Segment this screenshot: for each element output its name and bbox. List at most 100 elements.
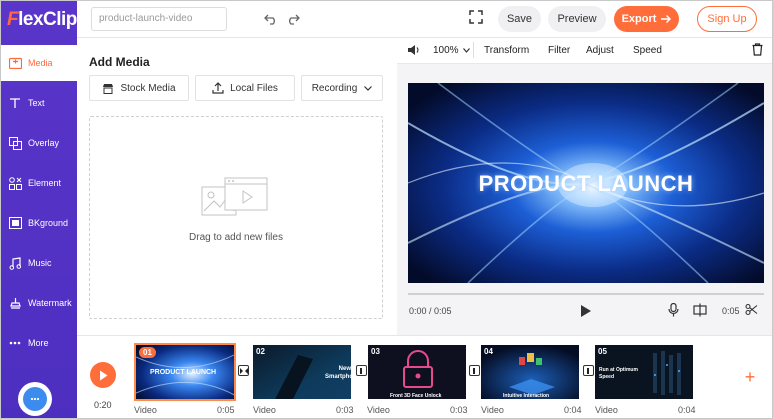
sidebar: FlexClip Media Text Overlay Element BKgr…	[1, 1, 77, 418]
trash-icon[interactable]	[752, 43, 763, 59]
sidebar-item-element[interactable]: Element	[1, 165, 77, 201]
background-icon	[8, 216, 22, 230]
sidebar-item-text[interactable]: Text	[1, 85, 77, 121]
volume-icon[interactable]	[407, 44, 420, 59]
transition-icon[interactable]	[238, 365, 249, 376]
clip-caption: Intuitive Interaction	[503, 393, 550, 399]
clip-caption: PRODUCT LAUNCH	[150, 369, 217, 376]
export-label: Export	[621, 13, 657, 25]
redo-icon[interactable]	[284, 10, 302, 28]
chevron-down-icon	[463, 48, 471, 53]
play-icon[interactable]	[580, 304, 592, 323]
clip-duration-label: 0:04	[564, 405, 582, 415]
aspect-ratio-icon[interactable]	[693, 303, 707, 322]
clip-duration-label: 0:05	[217, 405, 235, 415]
speed-button[interactable]: Speed	[633, 45, 662, 56]
sidebar-item-label: Text	[28, 98, 45, 108]
sidebar-item-more[interactable]: More	[1, 325, 77, 361]
upload-icon	[212, 82, 224, 94]
adjust-button[interactable]: Adjust	[586, 45, 614, 56]
sidebar-item-label: BKground	[28, 218, 69, 228]
clip-number: 02	[256, 347, 265, 356]
sidebar-item-label: Overlay	[28, 138, 60, 148]
export-button[interactable]: Export	[614, 6, 679, 32]
chevron-down-icon	[364, 85, 373, 91]
clip-duration-label: 0:04	[678, 405, 696, 415]
clip-caption: Front 3D Face Unlock	[390, 393, 442, 399]
local-files-label: Local Files	[230, 82, 278, 94]
zoom-value: 100%	[433, 45, 459, 56]
sidebar-item-bkground[interactable]: BKground	[1, 205, 77, 241]
overlay-icon	[8, 136, 22, 150]
chat-icon	[23, 387, 47, 411]
preview-toolbar: 100% Transform Filter Adjust Speed	[397, 38, 772, 64]
more-icon	[8, 336, 22, 350]
timeline-clip-01[interactable]: 01 PRODUCT LAUNCH	[134, 343, 236, 401]
clip-duration-label: 0:03	[336, 405, 354, 415]
sidebar-item-label: Element	[28, 178, 62, 188]
local-files-button[interactable]: Local Files	[195, 75, 295, 101]
flexclip-logo[interactable]: FlexClip	[7, 9, 77, 31]
sidebar-item-overlay[interactable]: Overlay	[1, 125, 77, 161]
sidebar-item-media[interactable]: Media	[1, 45, 77, 81]
total-duration: 0:20	[94, 400, 112, 410]
clip-type-label: Video	[595, 405, 618, 415]
clip-caption: New Smartphone	[325, 366, 353, 380]
media-icon	[8, 56, 22, 70]
music-icon	[8, 256, 22, 270]
timeline: 0:20 01 PRODUCT LAUNCH Video 0:05 02 New	[77, 335, 772, 418]
recording-dropdown[interactable]: Recording	[301, 75, 383, 101]
clip-type-label: Video	[367, 405, 390, 415]
toolbar-divider	[473, 42, 474, 58]
playback-progress-bar[interactable]	[408, 293, 764, 295]
store-icon	[102, 83, 114, 94]
text-icon	[8, 96, 22, 110]
sidebar-item-watermark[interactable]: Watermark	[1, 285, 77, 321]
video-preview-canvas[interactable]: PRODUCT LAUNCH	[408, 83, 764, 283]
recording-label: Recording	[311, 82, 358, 94]
stock-media-button[interactable]: Stock Media	[89, 75, 189, 101]
file-drop-zone[interactable]: Drag to add new files	[89, 116, 383, 319]
clip-number: 04	[484, 347, 493, 356]
sidebar-item-music[interactable]: Music	[1, 245, 77, 281]
save-button[interactable]: Save	[498, 6, 541, 32]
project-name-input[interactable]: product-launch-video	[91, 7, 227, 31]
clip-duration-label: 0:03	[450, 405, 468, 415]
clip-type-label: Video	[481, 405, 504, 415]
timeline-clip-02[interactable]: 02 New Smartphone	[251, 343, 353, 401]
sidebar-item-label: Music	[28, 258, 52, 268]
media-files-icon	[201, 177, 271, 222]
scissors-icon[interactable]	[745, 303, 758, 321]
sidebar-item-label: More	[28, 338, 49, 348]
preview-button[interactable]: Preview	[548, 6, 606, 32]
timeline-clip-04[interactable]: 04 Intuitive Interaction	[479, 343, 581, 401]
arrow-right-icon	[661, 15, 672, 23]
sidebar-item-label: Watermark	[28, 298, 72, 308]
undo-icon[interactable]	[262, 10, 280, 28]
top-bar: product-launch-video Save Preview Export…	[77, 1, 772, 38]
drop-zone-text: Drag to add new files	[189, 232, 283, 243]
clip-type-label: Video	[253, 405, 276, 415]
sign-up-button[interactable]: Sign Up	[697, 6, 757, 32]
video-title-text[interactable]: PRODUCT LAUNCH	[408, 171, 764, 197]
fullscreen-icon[interactable]	[469, 10, 487, 28]
clip-duration: 0:05	[722, 306, 740, 316]
zoom-dropdown[interactable]: 100%	[433, 45, 471, 56]
microphone-icon[interactable]	[668, 302, 679, 322]
clip-number: 05	[598, 347, 607, 356]
add-clip-icon[interactable]: +	[741, 368, 759, 387]
clip-number: 01	[139, 347, 156, 358]
timeline-clip-03[interactable]: 03 Front 3D Face Unlock	[366, 343, 468, 401]
flexclip-editor: FlexClip Media Text Overlay Element BKgr…	[0, 0, 773, 419]
transform-button[interactable]: Transform	[484, 45, 529, 56]
timeline-play-button[interactable]	[90, 362, 116, 388]
clip-caption: Run at Optimum Speed	[599, 367, 638, 380]
filter-button[interactable]: Filter	[548, 45, 570, 56]
panel-title: Add Media	[89, 55, 150, 69]
media-panel: Add Media Stock Media Local Files Record…	[77, 38, 395, 335]
chat-support-button[interactable]	[18, 382, 52, 416]
timeline-clip-05[interactable]: 05 Run at Optimum Speed	[593, 343, 695, 401]
element-icon	[8, 176, 22, 190]
clip-type-label: Video	[134, 405, 157, 415]
play-icon	[99, 370, 107, 380]
